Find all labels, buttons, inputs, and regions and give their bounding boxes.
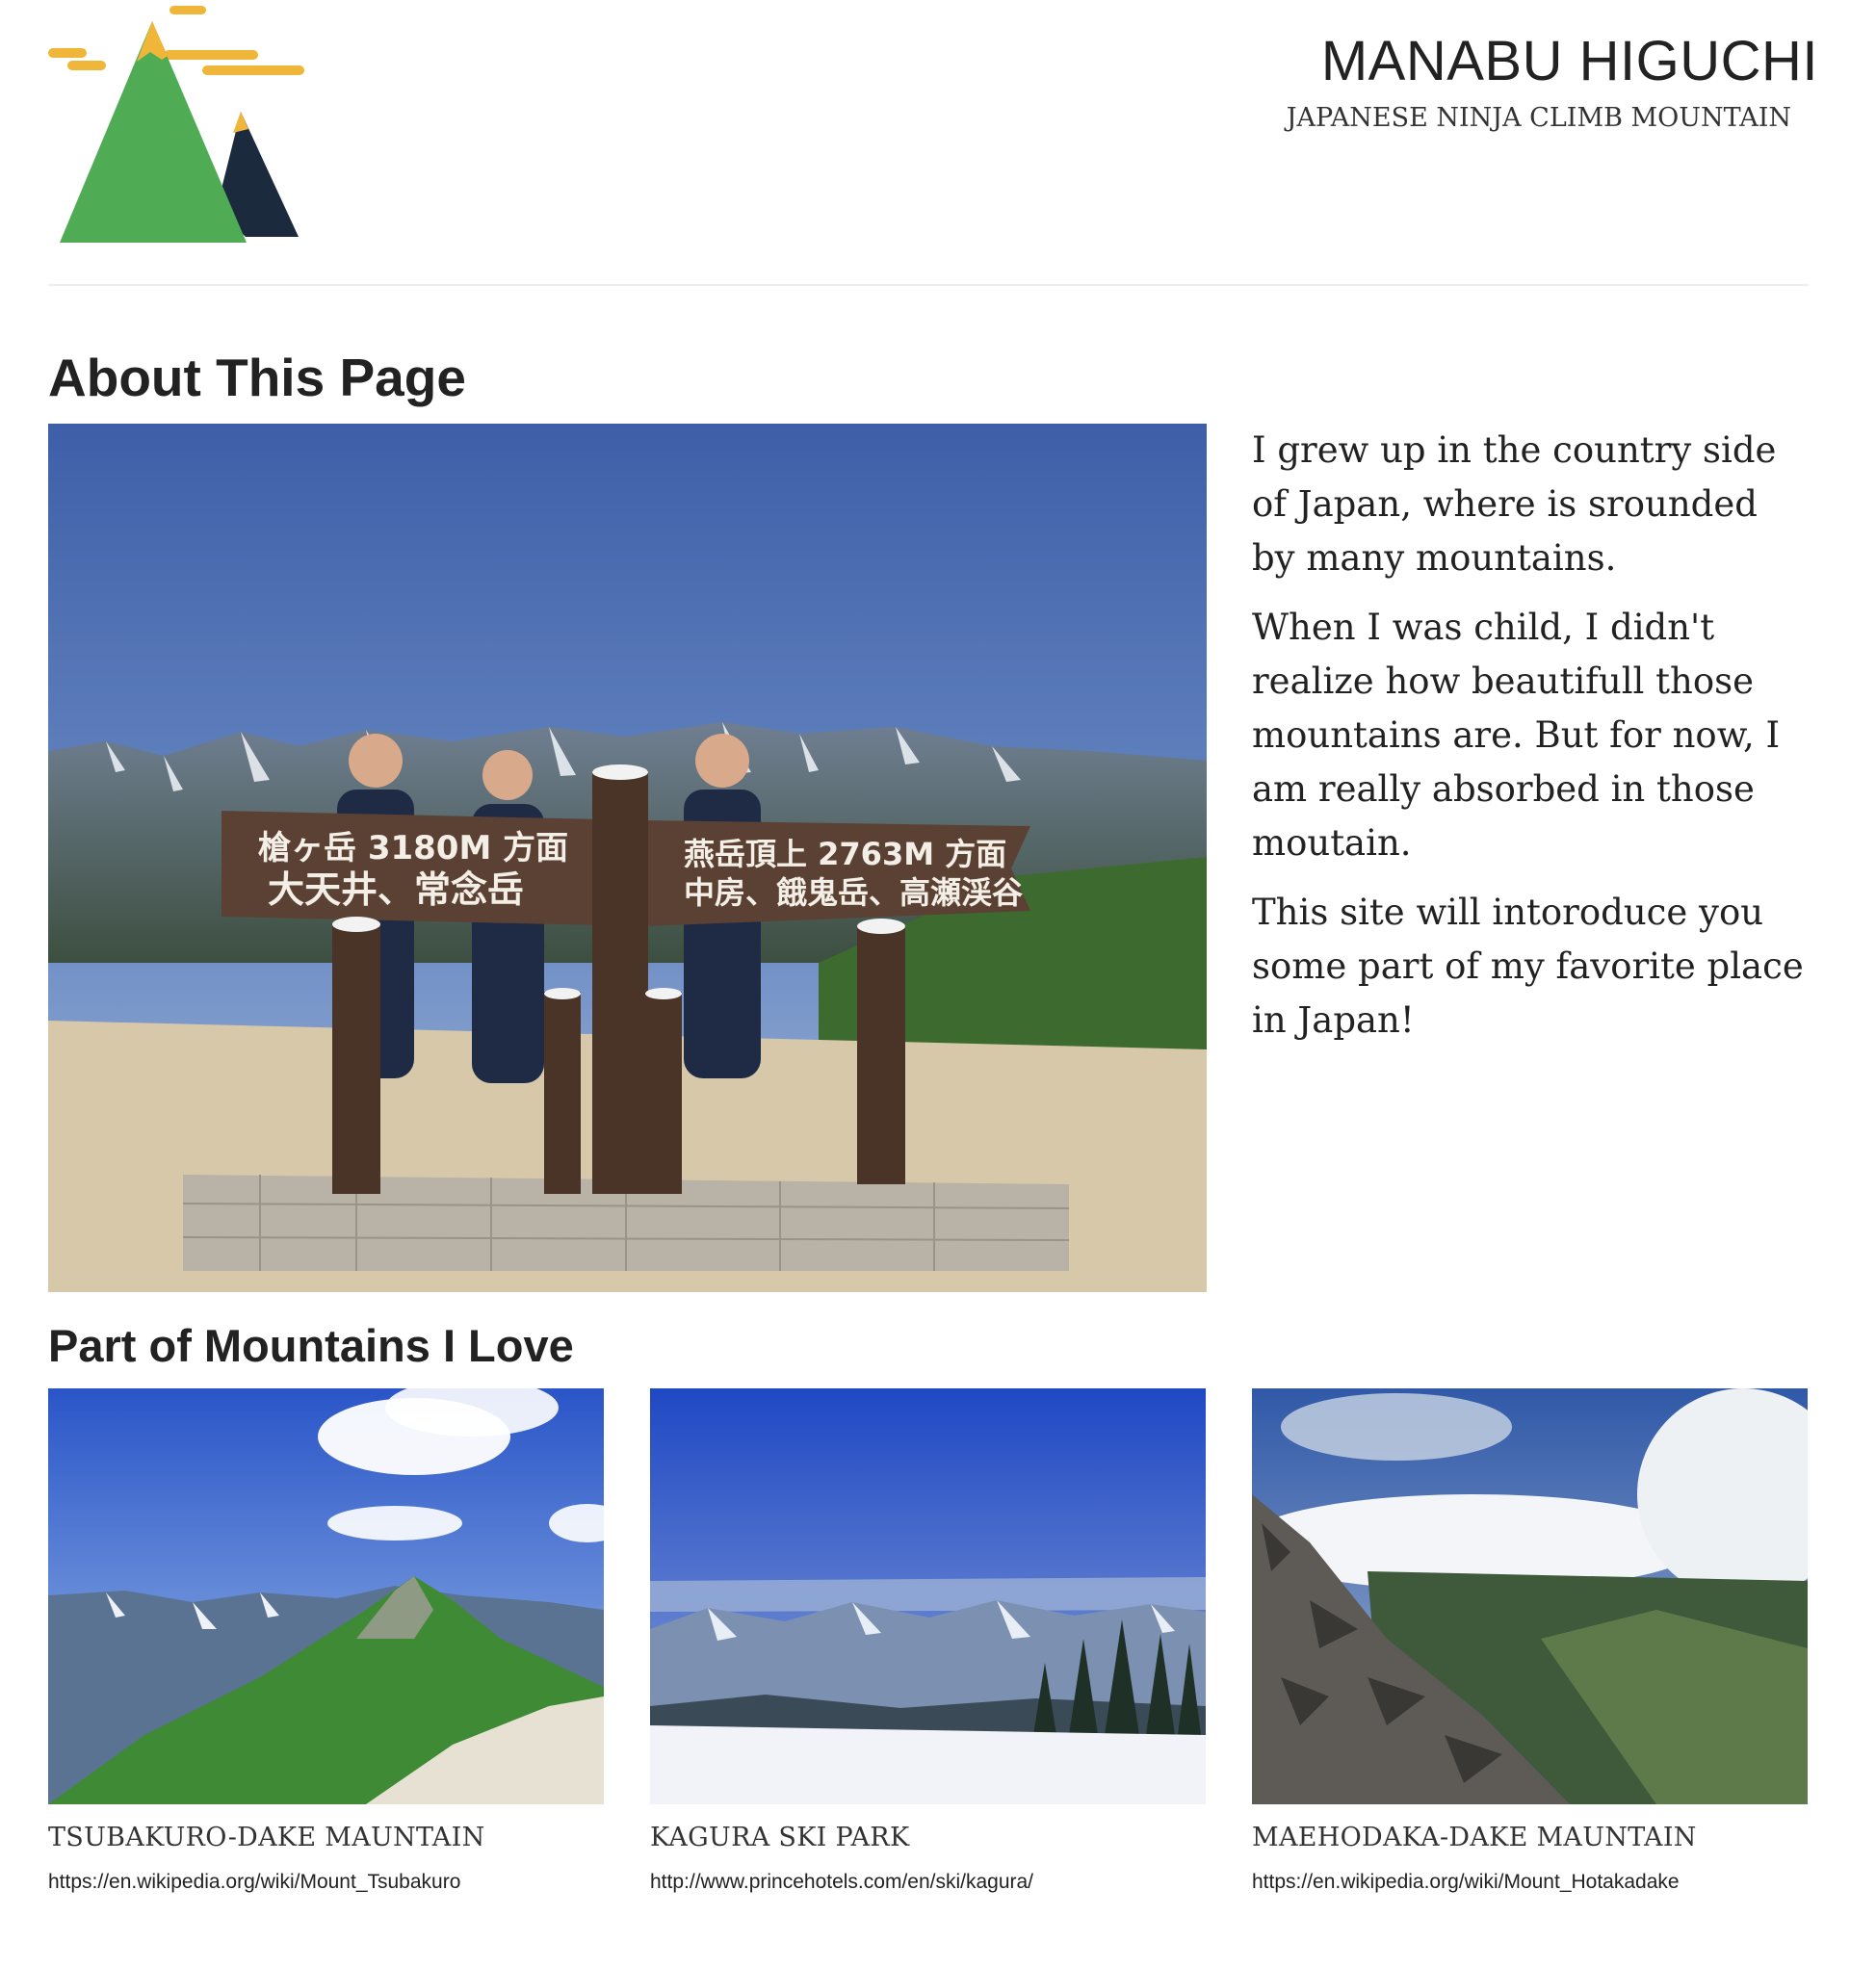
mountain-link[interactable]: https://en.wikipedia.org/wiki/Mount_Hota… xyxy=(1252,1870,1808,1895)
summit-photo: 槍ヶ岳 3180M 方面 大天井、常念岳 燕岳頂上 2763M 方面 中房、餓鬼… xyxy=(48,424,1207,1292)
site-tagline: JAPANESE NINJA CLIMB MOUNTAIN xyxy=(1286,103,1791,133)
mountain-photo xyxy=(650,1388,1206,1804)
mountain-link[interactable]: http://www.princehotels.com/en/ski/kagur… xyxy=(650,1870,1206,1895)
site-logo[interactable] xyxy=(48,6,304,246)
site-title[interactable]: MANABU HIGUCHI xyxy=(1287,29,1818,94)
sign-left-line1: 槍ヶ岳 3180M 方面 xyxy=(258,829,568,867)
sign-right-line2: 中房、餓鬼岳、高瀬渓谷 xyxy=(684,874,1023,911)
sign-left-line2: 大天井、常念岳 xyxy=(268,868,524,911)
brand-block: MANABU HIGUCHI JAPANESE NINJA CLIMB MOUN… xyxy=(1287,29,1818,135)
mountains-heading: Part of Mountains I Love xyxy=(48,1320,574,1371)
header-divider xyxy=(48,284,1809,286)
mountain-name: KAGURA SKI PARK xyxy=(650,1823,910,1852)
about-paragraph: This site will intoroduce you some part … xyxy=(1252,892,1804,1041)
mountain-name: TSUBAKURO-DAKE MAUNTAIN xyxy=(48,1823,485,1852)
mountain-link[interactable]: https://en.wikipedia.org/wiki/Mount_Tsub… xyxy=(48,1870,604,1895)
mountain-card: TSUBAKURO-DAKE MAUNTAIN https://en.wikip… xyxy=(48,1388,604,1895)
mountain-card: KAGURA SKI PARK http://www.princehotels.… xyxy=(650,1388,1206,1895)
mountain-name: MAEHODAKA-DAKE MAUNTAIN xyxy=(1252,1823,1697,1852)
mountain-photo xyxy=(1252,1388,1808,1804)
mountain-photo xyxy=(48,1388,604,1804)
about-paragraph: When I was child, I didn't realize how b… xyxy=(1252,607,1781,864)
sign-right-line1: 燕岳頂上 2763M 方面 xyxy=(684,836,1006,872)
about-heading: About This Page xyxy=(48,348,466,407)
mountain-logo-icon xyxy=(48,6,304,243)
mountain-card: MAEHODAKA-DAKE MAUNTAIN https://en.wikip… xyxy=(1252,1388,1808,1895)
about-description: I grew up in the country side of Japan, … xyxy=(1252,424,1811,1063)
about-paragraph: I grew up in the country side of Japan, … xyxy=(1252,429,1777,579)
